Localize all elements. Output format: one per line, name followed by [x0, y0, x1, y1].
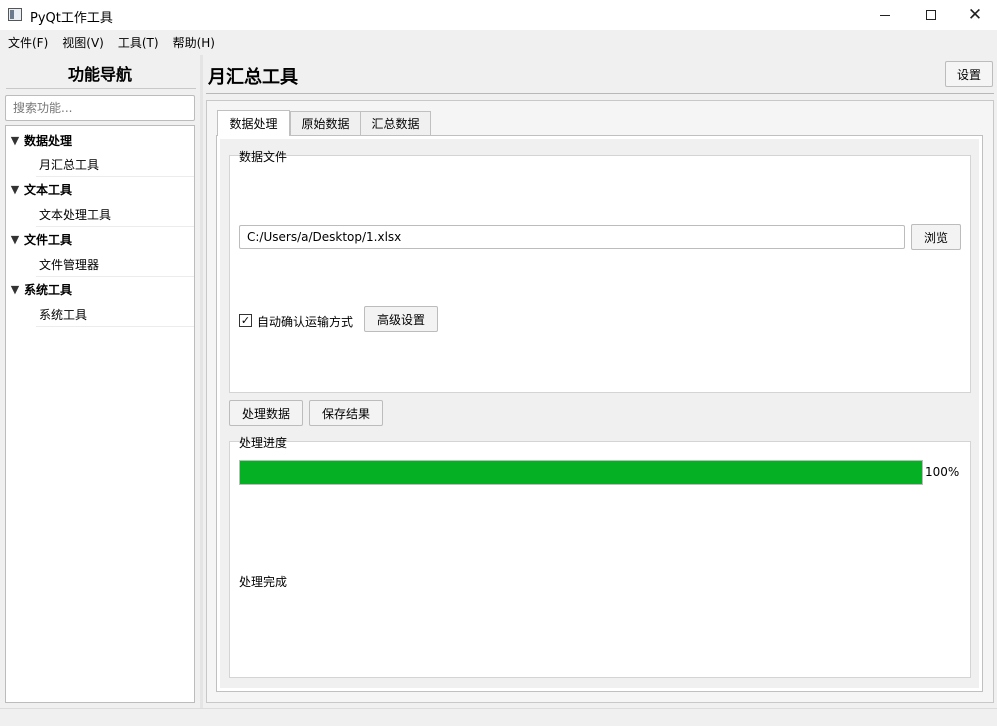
- window-title: PyQt工作工具: [30, 11, 113, 26]
- chevron-down-icon[interactable]: ▼: [6, 233, 24, 246]
- tree-category-label: 系统工具: [24, 282, 73, 297]
- auto-confirm-checkbox[interactable]: ✓: [239, 314, 252, 327]
- tree-item-label: 系统工具: [39, 307, 88, 322]
- tree-category-file-tools[interactable]: ▼ 文件工具: [6, 227, 194, 251]
- tab-summary-data[interactable]: 汇总数据: [360, 111, 431, 135]
- settings-button[interactable]: 设置: [945, 61, 993, 87]
- data-file-group-label: 数据文件: [239, 150, 288, 164]
- main-area: 月汇总工具 设置 数据处理 原始数据 汇总数据 数据文件 浏览 ✓ 自动确认运输…: [200, 55, 997, 708]
- tree-category-system-tools[interactable]: ▼ 系统工具: [6, 277, 194, 301]
- tree-category-text-tools[interactable]: ▼ 文本工具: [6, 177, 194, 201]
- menu-help[interactable]: 帮助(H): [167, 34, 221, 51]
- sidebar-divider: [6, 88, 196, 89]
- tree-category-label: 数据处理: [24, 133, 73, 148]
- header-divider: [206, 93, 994, 94]
- process-data-button[interactable]: 处理数据: [229, 400, 303, 426]
- search-input[interactable]: [5, 95, 195, 121]
- menu-file[interactable]: 文件(F): [2, 34, 54, 51]
- save-results-button[interactable]: 保存结果: [309, 400, 383, 426]
- progress-bar-fill: [240, 461, 922, 484]
- page-title: 月汇总工具: [208, 67, 298, 88]
- menu-tools[interactable]: 工具(T): [112, 34, 165, 51]
- tree-item-system-tool[interactable]: 系统工具: [36, 302, 194, 327]
- browse-button[interactable]: 浏览: [911, 224, 961, 250]
- tree-category-data-processing[interactable]: ▼ 数据处理: [6, 128, 194, 152]
- sidebar: 功能导航 ▼ 数据处理 月汇总工具 ▼ 文本工具 文本处理工具 ▼ 文件工具 文…: [0, 55, 200, 708]
- progress-bar: [239, 460, 923, 485]
- data-file-group: [229, 155, 971, 393]
- menu-bar: 文件(F) 视图(V) 工具(T) 帮助(H): [0, 30, 997, 55]
- tab-data-processing[interactable]: 数据处理: [217, 110, 290, 136]
- close-button[interactable]: ✕: [952, 0, 997, 30]
- tab-raw-data[interactable]: 原始数据: [290, 111, 361, 135]
- nav-tree: ▼ 数据处理 月汇总工具 ▼ 文本工具 文本处理工具 ▼ 文件工具 文件管理器 …: [5, 125, 195, 703]
- chevron-down-icon[interactable]: ▼: [6, 134, 24, 147]
- status-bar: [0, 708, 997, 726]
- minimize-icon: [880, 14, 890, 16]
- advanced-settings-button[interactable]: 高级设置: [364, 306, 438, 332]
- minimize-button[interactable]: [862, 0, 908, 30]
- progress-percent-text: 100%: [925, 465, 960, 479]
- maximize-icon: [926, 10, 936, 20]
- auto-confirm-label[interactable]: 自动确认运输方式: [257, 313, 353, 330]
- tree-item-label: 月汇总工具: [39, 157, 100, 172]
- tree-category-label: 文件工具: [24, 232, 73, 247]
- app-window-icon: [8, 8, 22, 21]
- title-bar: PyQt工作工具 ✕: [0, 0, 997, 30]
- status-text: 处理完成: [239, 575, 288, 589]
- tree-item-monthly-summary[interactable]: 月汇总工具: [36, 152, 194, 177]
- chevron-down-icon[interactable]: ▼: [6, 183, 24, 196]
- menu-view[interactable]: 视图(V): [56, 34, 110, 51]
- sidebar-title: 功能导航: [67, 65, 132, 84]
- maximize-button[interactable]: [908, 0, 954, 30]
- tree-item-text-processing[interactable]: 文本处理工具: [36, 202, 194, 227]
- close-icon: ✕: [967, 4, 983, 25]
- tree-item-label: 文件管理器: [39, 257, 100, 272]
- file-path-input[interactable]: [239, 225, 905, 249]
- checkmark-icon: ✓: [240, 314, 251, 327]
- tree-item-label: 文本处理工具: [39, 207, 112, 222]
- tree-item-file-manager[interactable]: 文件管理器: [36, 252, 194, 277]
- chevron-down-icon[interactable]: ▼: [6, 283, 24, 296]
- tree-category-label: 文本工具: [24, 182, 73, 197]
- progress-group-label: 处理进度: [239, 436, 288, 450]
